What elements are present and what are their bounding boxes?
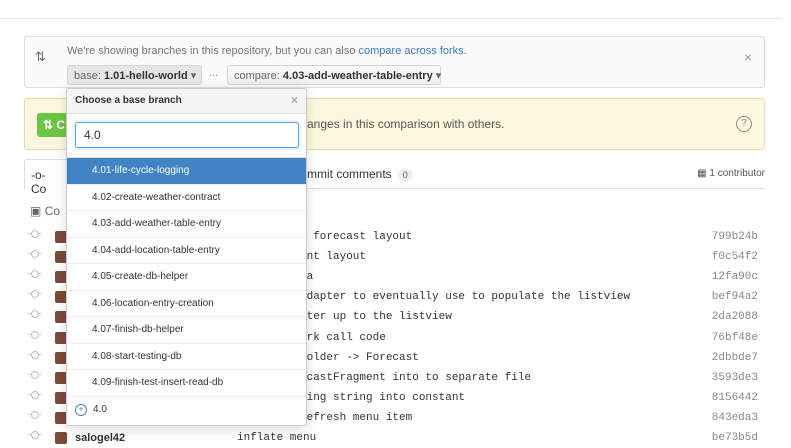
comments-count-badge: 0	[397, 169, 413, 181]
commit-node-icon	[28, 350, 42, 362]
dropdown-title: Choose a base branch	[75, 95, 182, 106]
commit-sha[interactable]: 8156442	[712, 392, 758, 404]
pull-request-icon: ⇅	[43, 118, 54, 132]
compare-info-text: We're showing branches in this repositor…	[67, 45, 359, 57]
branch-compare-bar: ⇅ We're showing branches in this reposit…	[24, 36, 765, 88]
commit-sha[interactable]: 76bf48e	[712, 332, 758, 344]
tab-commits-label: Co	[31, 182, 47, 196]
base-branch-name: 1.01-hello-world	[103, 70, 188, 82]
tab-comments-label: mmit comments	[307, 167, 392, 181]
branch-option[interactable]: 4.04-add-location-table-entry	[67, 238, 306, 264]
dropdown-close-icon[interactable]: ×	[291, 93, 298, 107]
caret-down-icon: ▾	[190, 70, 197, 82]
branch-option[interactable]: 4.06-location-entry-creation	[67, 291, 306, 317]
commit-node-icon	[28, 250, 42, 261]
banner-text: anges in this comparison with others.	[307, 117, 505, 131]
branch-option[interactable]: 4.08-start-testing-db	[67, 344, 306, 370]
dropdown-header: Choose a base branch ×	[67, 89, 306, 114]
commit-node-icon	[28, 431, 42, 442]
commit-node-icon	[28, 270, 42, 281]
commit-message[interactable]: holder -> Forecast	[300, 352, 419, 364]
commit-node-icon	[28, 330, 42, 342]
commit-message[interactable]: ork call code	[300, 332, 386, 344]
branch-create-icon: +	[75, 403, 87, 416]
tab-commits[interactable]: -o- Co	[24, 159, 69, 196]
compare-across-forks-link[interactable]: compare across forks.	[359, 45, 467, 57]
branch-option[interactable]: 4.07-finish-db-helper	[67, 317, 306, 344]
range-ellipsis: ...	[209, 67, 219, 79]
top-divider	[0, 18, 782, 19]
commit-message[interactable]: ent layout	[300, 251, 366, 263]
contributors-label: 1 contributor	[709, 168, 765, 179]
commit-message[interactable]: Adapter to eventually use to populate th…	[300, 291, 630, 303]
commit-sha[interactable]: be73b5d	[712, 432, 758, 444]
commit-sha[interactable]: 2da2088	[712, 311, 758, 323]
compare-branch-button[interactable]: compare: 4.03-add-weather-table-entry ▾	[227, 65, 441, 85]
branch-option[interactable]: 4.05-create-db-helper	[67, 264, 306, 291]
compare-arrows-icon: ⇅	[35, 49, 46, 64]
commit-group-header: ▣ Co	[30, 204, 60, 218]
base-branch-button[interactable]: base: 1.01-hello-world ▾	[67, 65, 202, 85]
commit-author[interactable]: salogel42	[75, 432, 125, 444]
base-prefix: base:	[74, 70, 104, 82]
commit-group-label: Co	[44, 204, 61, 218]
commit-message[interactable]: inflate menu	[237, 432, 316, 444]
commit-sha[interactable]: 843eda3	[712, 412, 758, 424]
commit-message[interactable]: ging string into constant	[300, 392, 465, 404]
commit-node-icon	[28, 230, 42, 241]
commit-icon: -o-	[31, 168, 46, 182]
avatar[interactable]	[55, 432, 67, 444]
compare-branch-name: 4.03-add-weather-table-entry	[282, 70, 433, 82]
base-branch-dropdown: Choose a base branch × 4.01-life-cycle-l…	[66, 88, 307, 426]
help-icon[interactable]: ?	[736, 116, 752, 132]
commit-sha[interactable]: 12fa90c	[712, 271, 758, 283]
contributors-link[interactable]: ▦ 1 contributor	[697, 168, 765, 179]
compare-prefix: compare:	[234, 70, 283, 82]
commit-row: salogel42 inflate menu be73b5d	[0, 429, 782, 448]
branch-option[interactable]: 4.03-add-weather-table-entry	[67, 211, 306, 238]
commit-sha[interactable]: 799b24b	[712, 231, 758, 243]
commit-message[interactable]: m forecast layout	[300, 231, 412, 243]
create-pull-request-label: C	[56, 118, 66, 132]
commit-sha[interactable]: 3593de3	[712, 372, 758, 384]
dropdown-filter	[67, 114, 306, 158]
tab-commit-comments[interactable]: mmit comments 0	[307, 167, 413, 181]
create-branch-label: 4.0	[93, 403, 107, 415]
commit-node-icon	[28, 310, 42, 321]
branch-option[interactable]: 4.01-life-cycle-logging	[67, 158, 306, 185]
commit-node-icon	[28, 290, 42, 301]
caret-down-icon: ▾	[435, 70, 442, 82]
commit-node-icon	[28, 410, 42, 422]
commit-sha[interactable]: f0c54f2	[712, 251, 758, 263]
branch-option[interactable]: 4.02-create-weather-contract	[67, 185, 306, 211]
branch-option[interactable]: 4.09-finish-test-insert-read-db	[67, 370, 306, 397]
commit-message[interactable]: ecastFragment into to separate file	[300, 372, 531, 384]
commit-message[interactable]: refresh menu item	[300, 412, 412, 424]
commit-sha[interactable]: 2dbbde7	[712, 352, 758, 364]
compare-info: We're showing branches in this repositor…	[67, 45, 467, 57]
calendar-icon: ▣	[30, 204, 42, 218]
organization-icon: ▦	[697, 168, 707, 179]
commit-node-icon	[28, 390, 42, 402]
create-branch-item[interactable]: +4.0	[67, 397, 306, 425]
commit-sha[interactable]: bef94a2	[712, 291, 758, 303]
close-icon[interactable]: ×	[744, 49, 752, 65]
commit-node-icon	[28, 370, 42, 382]
commit-message[interactable]: pter up to the listview	[300, 311, 452, 323]
branch-filter-input[interactable]	[75, 122, 299, 148]
branch-list: 4.01-life-cycle-logging 4.02-create-weath…	[67, 158, 306, 397]
